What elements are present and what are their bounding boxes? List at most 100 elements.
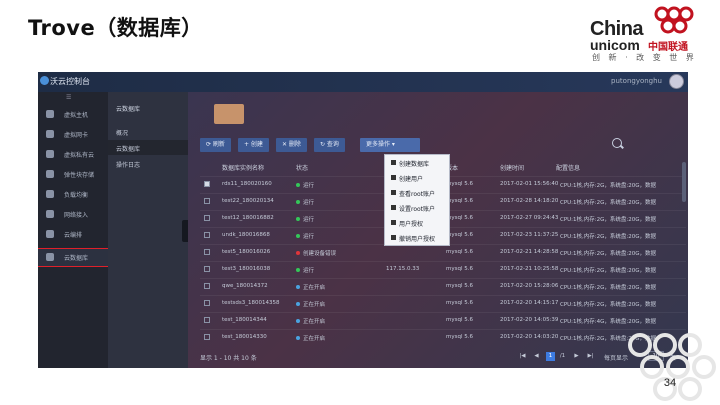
sidebar-toggle-icon[interactable]: ☰ xyxy=(66,94,71,101)
cell-name[interactable]: test_180014344 xyxy=(222,317,267,323)
pagination-summary: 显示 1 - 10 共 10 条 xyxy=(200,355,257,362)
row-checkbox[interactable] xyxy=(204,249,210,255)
console-brand: 沃云控制台 xyxy=(50,77,90,86)
first-page-button[interactable]: |◀ xyxy=(518,352,527,361)
table-row[interactable]: test5_180016026 创建设备错误 mysql 5.6 2017-02-21… xyxy=(200,244,686,259)
more-actions-button[interactable]: 更多操作 ▾ xyxy=(360,138,420,152)
cell-name[interactable]: undk_180016868 xyxy=(222,232,270,238)
row-checkbox[interactable] xyxy=(204,283,210,289)
col-name[interactable]: 数据库实例名称 xyxy=(222,163,264,172)
row-checkbox[interactable] xyxy=(204,215,210,221)
subnav-item-oplog[interactable]: 操作日志 xyxy=(108,156,188,171)
logo-slogan: 创 新 · 改 变 世 界 xyxy=(592,53,697,62)
sidebar-item-vm[interactable]: 虚拟主机 xyxy=(38,106,108,123)
col-config[interactable]: 配置信息 xyxy=(556,163,580,172)
subnav-item-database[interactable]: 云数据库 xyxy=(108,140,188,155)
col-status[interactable]: 状态 xyxy=(296,163,308,172)
status-dot xyxy=(296,234,300,238)
sidebar-item-load-balance[interactable]: 负载均衡 xyxy=(38,186,108,203)
row-checkbox[interactable] xyxy=(204,334,210,340)
orchestration-icon xyxy=(46,230,54,238)
cell-version: mysql 5.6 xyxy=(446,334,473,340)
menu-create-user[interactable]: 创建用户 xyxy=(385,172,451,184)
sidebar-item-block-storage[interactable]: 弹性块存储 xyxy=(38,166,108,183)
cell-name[interactable]: rds11_180020160 xyxy=(222,181,272,187)
storage-icon xyxy=(46,170,54,178)
refresh-button[interactable]: ⟳ 刷新 xyxy=(200,138,231,152)
row-checkbox[interactable] xyxy=(204,232,210,238)
current-page[interactable]: 1 xyxy=(546,352,555,361)
query-button[interactable]: ↻ 查询 xyxy=(314,138,345,152)
cell-status: 正在开启 xyxy=(303,302,326,308)
row-checkbox[interactable] xyxy=(204,300,210,306)
menu-item-label: 创建数据库 xyxy=(399,161,430,168)
subnav-item-overview[interactable]: 概况 xyxy=(108,124,188,139)
sidebar-item-label: 弹性块存储 xyxy=(64,172,95,179)
cell-created: 2017-02-20 15:28:06 xyxy=(500,283,559,289)
cell-name[interactable]: test5_180016026 xyxy=(222,249,270,255)
db-thumbnail xyxy=(214,104,244,124)
table-row[interactable]: test3_180016038 运行 117.15.0.33 mysql 5.6 201… xyxy=(200,261,686,276)
table-row[interactable]: qwe_180014372 正在开启 mysql 5.6 2017-02-20 15:… xyxy=(200,278,686,293)
menu-view-root[interactable]: 查看root账户 xyxy=(385,187,451,199)
subnav-title: 云数据库 xyxy=(116,106,141,113)
menu-revoke-user[interactable]: 撤销用户授权 xyxy=(385,232,451,244)
col-created[interactable]: 创建时间 xyxy=(500,163,524,172)
user-name[interactable]: putongyonghu xyxy=(611,77,662,85)
menu-grant-user[interactable]: 用户授权 xyxy=(385,217,451,229)
scrollbar[interactable] xyxy=(682,162,686,202)
next-page-button[interactable]: ▶ xyxy=(572,352,581,361)
database-icon xyxy=(46,253,54,261)
slide-title: Trove（数据库） xyxy=(28,16,203,40)
cell-name[interactable]: test_180014330 xyxy=(222,334,267,340)
user-add-icon xyxy=(391,175,396,180)
prev-page-button[interactable]: ◀ xyxy=(532,352,541,361)
sidebar-item-nic[interactable]: 虚拟网卡 xyxy=(38,126,108,143)
search-icon[interactable] xyxy=(612,138,622,148)
status-dot xyxy=(296,336,300,340)
last-page-button[interactable]: ▶| xyxy=(586,352,595,361)
cell-version: mysql 5.6 xyxy=(446,300,473,306)
sidebar-item-database[interactable]: 云数据库 xyxy=(38,248,109,267)
menu-create-database[interactable]: 创建数据库 xyxy=(385,157,451,169)
logo-line2: unicom xyxy=(590,37,640,53)
menu-item-label: 用户授权 xyxy=(399,221,424,228)
cell-name[interactable]: testsds3_180014358 xyxy=(222,300,280,306)
sidebar-item-label: 虚拟网卡 xyxy=(64,132,89,139)
delete-button[interactable]: ✕ 删除 xyxy=(276,138,307,152)
cell-version: mysql 5.6 xyxy=(446,283,473,289)
cell-config: CPU:1核,内存:2G，系统盘:20G，数据 xyxy=(560,251,657,257)
cell-created: 2017-02-21 14:28:58 xyxy=(500,249,559,255)
status-dot xyxy=(296,251,300,255)
cell-name[interactable]: test3_180016038 xyxy=(222,266,270,272)
sidebar-item-orchestration[interactable]: 云编排 xyxy=(38,226,108,243)
total-pages: /1 xyxy=(559,353,566,359)
row-checkbox[interactable] xyxy=(204,317,210,323)
menu-item-label: 创建用户 xyxy=(399,176,424,183)
cell-version: mysql 5.6 xyxy=(446,266,473,272)
cell-name[interactable]: test22_180020134 xyxy=(222,198,274,204)
row-checkbox[interactable] xyxy=(204,266,210,272)
create-button[interactable]: + 创建 xyxy=(238,138,269,152)
menu-set-root[interactable]: 设置root账户 xyxy=(385,202,451,214)
search-icon xyxy=(391,190,396,195)
cell-name[interactable]: qwe_180014372 xyxy=(222,283,268,289)
sidebar-item-label: 网络接入 xyxy=(64,212,89,219)
cell-ip: 117.15.0.33 xyxy=(386,266,420,272)
cell-config: CPU:1核,内存:2G，系统盘:20G，数据 xyxy=(560,200,657,206)
row-checkbox[interactable] xyxy=(204,198,210,204)
cell-status: 创建设备错误 xyxy=(303,251,337,257)
avatar[interactable] xyxy=(669,74,684,89)
sidebar-item-vpc[interactable]: 虚拟私有云 xyxy=(38,146,108,163)
status-dot xyxy=(296,268,300,272)
menu-item-label: 撤销用户授权 xyxy=(399,236,436,243)
cell-status: 运行 xyxy=(303,200,315,206)
table-row[interactable]: testsds3_180014358 正在开启 mysql 5.6 2017-02-2… xyxy=(200,295,686,310)
sidebar-item-network-access[interactable]: 网络接入 xyxy=(38,206,108,223)
status-dot xyxy=(296,319,300,323)
network-icon xyxy=(46,210,54,218)
balance-icon xyxy=(46,190,54,198)
row-checkbox[interactable] xyxy=(204,181,210,187)
cell-name[interactable]: test12_180016882 xyxy=(222,215,274,221)
cell-config: CPU:1核,内存:2G，系统盘:20G，数据 xyxy=(560,217,657,223)
